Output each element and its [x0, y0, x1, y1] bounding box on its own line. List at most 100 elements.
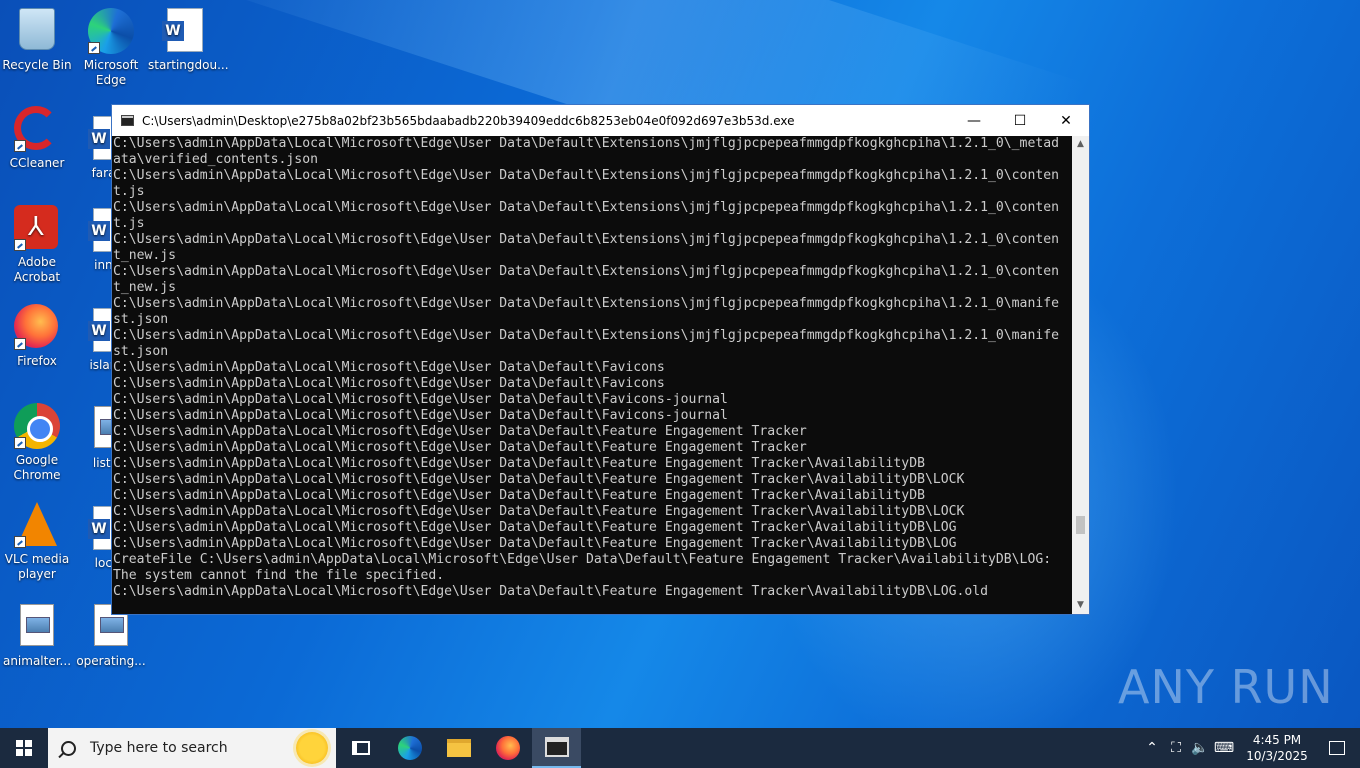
desktop-icon-animalter[interactable]: animalter... — [0, 604, 74, 669]
image-file-icon — [14, 604, 60, 650]
console-line: C:\Users\admin\AppData\Local\Microsoft\E… — [113, 536, 957, 551]
desktop-icon-recycle-bin[interactable]: Recycle Bin — [0, 8, 74, 73]
task-view-icon — [351, 741, 370, 755]
keyboard-icon[interactable]: ⌨ — [1212, 740, 1236, 756]
taskbar: Type here to search ⌃ ⛶ 🔈 ⌨ 4:45 PM 10/3… — [0, 728, 1360, 768]
desktop-icon-label: Recycle Bin — [2, 58, 72, 72]
console-window[interactable]: C:\Users\admin\Desktop\e275b8a02bf23b565… — [111, 104, 1090, 615]
desktop-icon-startingdou[interactable]: startingdou... — [148, 8, 229, 73]
acrobat-icon: ⅄ — [14, 205, 60, 251]
taskbar-console[interactable] — [532, 728, 581, 768]
windows-logo-icon — [16, 740, 32, 756]
anyrun-watermark: ANY RUN — [1118, 660, 1334, 714]
search-icon — [61, 740, 76, 756]
desktop-icon-ccleaner[interactable]: CCleaner — [0, 106, 74, 171]
clock-time: 4:45 PM — [1252, 733, 1302, 747]
desktop-icon-adobe-acrobat[interactable]: ⅄ Adobe Acrobat — [0, 205, 74, 285]
firefox-icon — [14, 304, 60, 350]
edge-icon — [397, 736, 422, 760]
console-line: ata\verified_contents.json — [113, 152, 318, 167]
taskbar-file-explorer[interactable] — [434, 728, 483, 768]
console-line: C:\Users\admin\AppData\Local\Microsoft\E… — [113, 296, 1059, 311]
ccleaner-icon — [14, 106, 60, 152]
maximize-button[interactable]: ☐ — [997, 105, 1043, 136]
shortcut-arrow-icon — [14, 536, 26, 548]
console-line: C:\Users\admin\AppData\Local\Microsoft\E… — [113, 376, 665, 391]
console-line: C:\Users\admin\AppData\Local\Microsoft\E… — [113, 408, 728, 423]
console-line: st.json — [113, 344, 169, 359]
console-line: t.js — [113, 216, 145, 231]
console-line: C:\Users\admin\AppData\Local\Microsoft\E… — [113, 232, 1059, 247]
close-button[interactable]: ✕ — [1043, 105, 1089, 136]
console-line: t_new.js — [113, 280, 177, 295]
scrollbar-thumb[interactable] — [1076, 516, 1085, 534]
tray-chevron-icon[interactable]: ⌃ — [1140, 740, 1164, 756]
desktop-icon-label: animalter... — [2, 654, 72, 668]
word-doc-icon — [162, 8, 208, 54]
desktop: Recycle Bin CCleaner ⅄ Adobe Acrobat Fir… — [0, 0, 1360, 728]
desktop-icon-label: Microsoft Edge — [83, 58, 139, 87]
minimize-button[interactable]: — — [951, 105, 997, 136]
clock-date: 10/3/2025 — [1246, 749, 1308, 763]
console-app-icon — [121, 115, 134, 126]
console-line: C:\Users\admin\AppData\Local\Microsoft\E… — [113, 328, 1059, 343]
taskbar-task-view[interactable] — [336, 728, 385, 768]
console-line: C:\Users\admin\AppData\Local\Microsoft\E… — [113, 168, 1059, 183]
console-line: t_new.js — [113, 248, 177, 263]
console-output[interactable]: C:\Users\admin\AppData\Local\Microsoft\E… — [112, 136, 1074, 614]
console-line: C:\Users\admin\AppData\Local\Microsoft\E… — [113, 488, 925, 503]
window-title: C:\Users\admin\Desktop\e275b8a02bf23b565… — [142, 113, 795, 128]
console-line: C:\Users\admin\AppData\Local\Microsoft\E… — [113, 264, 1059, 279]
console-line: C:\Users\admin\AppData\Local\Microsoft\E… — [113, 456, 925, 471]
start-button[interactable] — [0, 728, 48, 768]
volume-icon[interactable]: 🔈 — [1188, 740, 1212, 756]
taskbar-search-box[interactable]: Type here to search — [48, 728, 336, 768]
firefox-icon — [495, 736, 520, 760]
console-line: C:\Users\admin\AppData\Local\Microsoft\E… — [113, 504, 965, 519]
console-line: st.json — [113, 312, 169, 327]
desktop-icon-label: startingdou... — [148, 58, 229, 72]
shortcut-arrow-icon — [14, 239, 26, 251]
vlc-icon — [14, 502, 60, 548]
desktop-icon-vlc[interactable]: VLC media player — [0, 502, 74, 582]
desktop-icon-label: Google Chrome — [13, 453, 61, 482]
desktop-icon-label: VLC media player — [4, 552, 70, 581]
edge-icon — [88, 8, 134, 54]
scroll-up-arrow-icon[interactable]: ▲ — [1072, 136, 1089, 153]
shortcut-arrow-icon — [14, 140, 26, 152]
vertical-scrollbar[interactable]: ▲ ▼ — [1072, 136, 1089, 614]
taskbar-firefox[interactable] — [483, 728, 532, 768]
desktop-icon-microsoft-edge[interactable]: Microsoft Edge — [74, 8, 148, 88]
notification-icon — [1329, 741, 1345, 755]
network-icon[interactable]: ⛶ — [1164, 740, 1188, 756]
desktop-icon-label: CCleaner — [9, 156, 65, 170]
console-line: C:\Users\admin\AppData\Local\Microsoft\E… — [113, 584, 989, 599]
console-line: C:\Users\admin\AppData\Local\Microsoft\E… — [113, 424, 807, 439]
search-highlight-sun-icon[interactable] — [296, 732, 328, 764]
system-tray: ⌃ ⛶ 🔈 ⌨ 4:45 PM 10/3/2025 — [1140, 728, 1360, 768]
notification-center-button[interactable] — [1314, 741, 1360, 755]
desktop-icon-label: operating... — [76, 654, 146, 668]
taskbar-edge[interactable] — [385, 728, 434, 768]
chrome-icon — [14, 403, 60, 449]
console-icon — [544, 737, 569, 757]
window-titlebar[interactable]: C:\Users\admin\Desktop\e275b8a02bf23b565… — [112, 105, 1089, 136]
search-placeholder: Type here to search — [90, 740, 228, 756]
console-line: The system cannot find the file specifie… — [113, 568, 445, 583]
console-line: C:\Users\admin\AppData\Local\Microsoft\E… — [113, 200, 1059, 215]
console-line: C:\Users\admin\AppData\Local\Microsoft\E… — [113, 360, 665, 375]
console-line: t.js — [113, 184, 145, 199]
console-line: CreateFile C:\Users\admin\AppData\Local\… — [113, 552, 1052, 567]
desktop-icon-label: Adobe Acrobat — [13, 255, 61, 284]
taskbar-clock[interactable]: 4:45 PM 10/3/2025 — [1240, 732, 1314, 764]
desktop-icon-google-chrome[interactable]: Google Chrome — [0, 403, 74, 483]
console-line: C:\Users\admin\AppData\Local\Microsoft\E… — [113, 440, 807, 455]
folder-icon — [446, 739, 471, 757]
shortcut-arrow-icon — [88, 42, 100, 54]
scroll-down-arrow-icon[interactable]: ▼ — [1072, 597, 1089, 614]
shortcut-arrow-icon — [14, 437, 26, 449]
console-line: C:\Users\admin\AppData\Local\Microsoft\E… — [113, 472, 965, 487]
desktop-icon-firefox[interactable]: Firefox — [0, 304, 74, 369]
shortcut-arrow-icon — [14, 338, 26, 350]
console-line: C:\Users\admin\AppData\Local\Microsoft\E… — [113, 520, 957, 535]
